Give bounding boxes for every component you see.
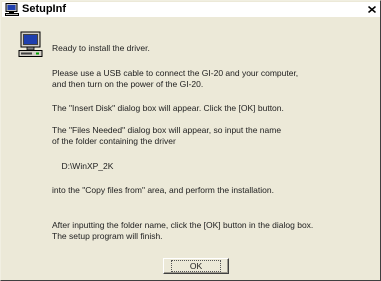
message-folder-path: D:\WinXP_2K — [52, 161, 114, 171]
computer-icon — [18, 31, 44, 59]
message-insert-disk: The "Insert Disk" dialog box will appear… — [52, 103, 284, 113]
setup-dialog: SetupInf Ready to install the driver. Pl… — [0, 0, 381, 281]
title-bar[interactable]: SetupInf — [2, 2, 380, 17]
computer-monitor-icon — [5, 3, 19, 16]
close-button[interactable] — [365, 3, 379, 16]
ok-button[interactable]: OK — [163, 258, 229, 274]
message-files-needed: The "Files Needed" dialog box will appea… — [52, 125, 282, 146]
message-finish: After inputting the folder name, click t… — [52, 220, 314, 241]
message-ready: Ready to install the driver. — [52, 43, 150, 53]
ok-button-label: OK — [170, 260, 222, 272]
message-usb-instructions: Please use a USB cable to connect the GI… — [52, 68, 299, 89]
close-icon — [368, 6, 376, 13]
window-title: SetupInf — [22, 3, 66, 15]
message-copy-files: into the "Copy files from" area, and per… — [52, 185, 274, 195]
